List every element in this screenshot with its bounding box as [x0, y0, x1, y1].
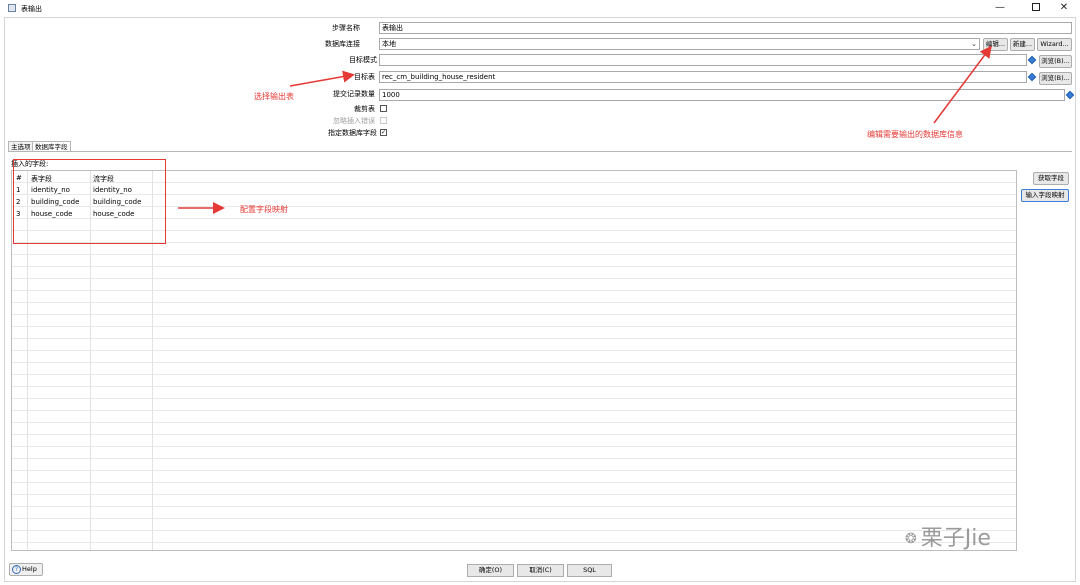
wizard-button[interactable]: Wizard... [1037, 38, 1072, 51]
target-table-label: 目标表 [354, 73, 375, 81]
annotation-edit-db: 编辑需要输出的数据库信息 [867, 130, 963, 139]
annotation-select-table: 选择输出表 [254, 92, 294, 101]
ok-button[interactable]: 确定(O) [467, 564, 514, 577]
edit-connection-button[interactable]: 编辑... [983, 38, 1008, 51]
minimize-button[interactable]: — [982, 0, 1018, 16]
connection-label: 数据库连接 [325, 40, 360, 48]
ignore-errors-label: 忽略插入错误 [333, 117, 375, 125]
step-name-label: 步骤名称 [332, 24, 360, 32]
get-fields-button[interactable]: 获取字段 [1033, 172, 1069, 185]
chevron-down-icon: ⌄ [971, 40, 977, 48]
schema-label: 目标模式 [349, 56, 377, 64]
browse-table-button[interactable]: 浏览(B)... [1039, 72, 1072, 85]
specify-fields-label: 指定数据库字段 [328, 129, 377, 137]
window-title: 表输出 [21, 5, 42, 13]
specify-fields-checkbox[interactable]: ✓ [380, 129, 387, 136]
ignore-errors-checkbox [380, 117, 387, 124]
sql-button[interactable]: SQL [567, 564, 612, 577]
target-table-input[interactable]: rec_cm_building_house_resident [379, 71, 1027, 83]
cancel-button[interactable]: 取消(C) [517, 564, 564, 577]
schema-input[interactable] [379, 54, 1027, 66]
annotation-field-mapping: 配置字段映射 [240, 205, 288, 214]
help-button[interactable]: ? Help [9, 563, 43, 576]
connection-select[interactable]: 本地 ⌄ [379, 38, 980, 50]
truncate-label: 裁剪表 [354, 105, 375, 113]
commit-size-input[interactable]: 1000 [379, 89, 1065, 101]
close-button[interactable]: ✕ [1046, 0, 1080, 16]
help-icon: ? [12, 565, 21, 574]
browse-schema-button[interactable]: 浏览(B)... [1039, 55, 1072, 68]
wechat-icon: ❂ [905, 531, 917, 547]
step-name-input[interactable]: 表输出 [379, 22, 1072, 34]
field-mapping-button[interactable]: 输入字段映射 [1021, 189, 1069, 202]
watermark: ❂ 栗子Jie [905, 520, 991, 552]
truncate-checkbox[interactable] [380, 105, 387, 112]
watermark-text: 栗子Jie [920, 526, 991, 551]
tab-divider [8, 151, 1072, 152]
window-titlebar: 表输出 — ✕ [0, 0, 1080, 16]
annotation-highlight-box [13, 159, 166, 244]
help-label: Help [22, 565, 37, 573]
new-connection-button[interactable]: 新建... [1010, 38, 1035, 51]
window-app-icon [8, 4, 16, 12]
connection-value: 本地 [382, 40, 396, 48]
